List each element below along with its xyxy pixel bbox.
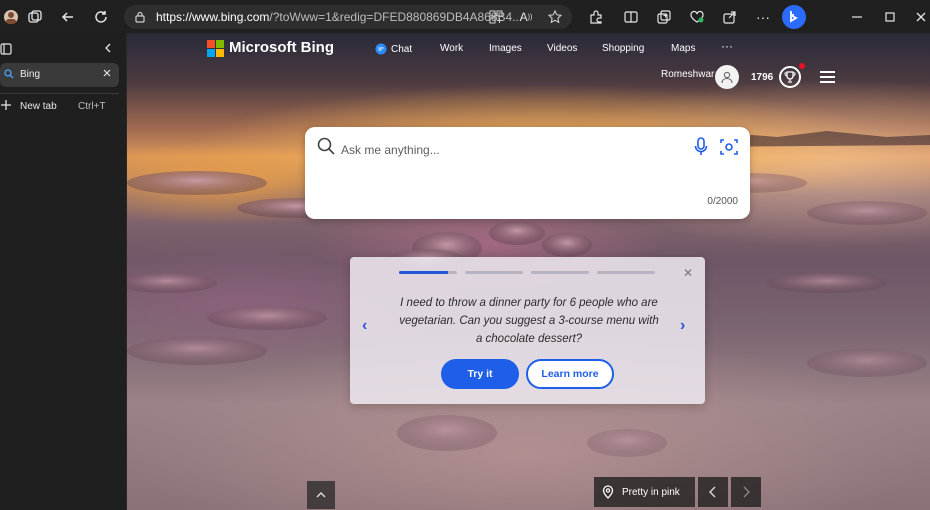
browser-toolbar: https://www.bing.com/?toWww=1&redig=DFED… [0, 0, 930, 33]
suggestion-text: I need to throw a dinner party for 6 peo… [399, 297, 659, 345]
search-input[interactable] [341, 139, 681, 161]
chevron-up-icon [316, 492, 326, 498]
visual-search-camera-icon[interactable] [719, 137, 739, 157]
rewards-trophy-icon[interactable] [779, 66, 801, 88]
more-options-icon[interactable]: ··· [752, 6, 774, 28]
rewards-notification-dot [799, 63, 805, 69]
nav-shopping[interactable]: Shopping [602, 43, 644, 54]
browser-essentials-heart-icon[interactable] [686, 6, 708, 28]
new-tab-label: New tab [20, 101, 57, 112]
close-tab-icon[interactable] [102, 68, 112, 78]
carousel-progress [399, 271, 655, 274]
bing-logo[interactable]: Microsoft Bing [207, 39, 334, 57]
favorite-star-icon[interactable] [544, 6, 566, 28]
collections-icon[interactable] [653, 6, 675, 28]
nav-images-label: Images [489, 43, 522, 54]
microsoft-logo-icon [207, 39, 224, 57]
nav-shopping-label: Shopping [602, 43, 645, 54]
back-icon[interactable] [57, 6, 79, 28]
search-icon [317, 137, 335, 155]
chevron-left-icon [709, 486, 716, 498]
location-pin-icon [602, 485, 614, 499]
carousel-step-4[interactable] [597, 271, 655, 274]
maximize-icon[interactable] [879, 6, 901, 28]
app-available-icon[interactable] [485, 6, 507, 28]
image-info-button[interactable]: Pretty in pink [594, 477, 695, 507]
carousel-step-2[interactable] [465, 271, 523, 274]
nav-more-label: ··· [721, 39, 733, 53]
chat-icon [375, 43, 387, 55]
nav-chat[interactable]: Chat [375, 43, 412, 55]
nav-images[interactable]: Images [489, 43, 522, 54]
extensions-icon[interactable] [585, 6, 607, 28]
rewards-points[interactable]: 1796 [751, 72, 773, 83]
new-tab-button[interactable]: New tab Ctrl+T [0, 94, 127, 118]
url-domain: https://www.bing.com [156, 10, 270, 24]
collapse-sidebar-icon[interactable] [103, 42, 113, 54]
read-aloud-icon[interactable]: A)) [515, 6, 537, 28]
nav-videos-label: Videos [547, 43, 578, 54]
learn-more-button[interactable]: Learn more [526, 359, 614, 389]
share-icon[interactable] [719, 6, 741, 28]
try-it-button[interactable]: Try it [441, 359, 519, 389]
next-image-button[interactable] [731, 477, 761, 507]
hamburger-menu-icon[interactable] [820, 71, 835, 83]
sidebar-header [0, 37, 127, 61]
previous-image-button[interactable] [698, 477, 728, 507]
bing-copilot-icon[interactable] [782, 5, 806, 29]
refresh-icon[interactable] [90, 6, 112, 28]
bing-header: Microsoft Bing Chat Work Images Videos S… [127, 33, 930, 89]
chat-suggestion-card: ✕ ‹ › I need to throw a dinner party for… [350, 257, 705, 404]
user-avatar-icon[interactable] [715, 65, 739, 89]
split-screen-icon[interactable] [620, 6, 642, 28]
chevron-right-icon [743, 486, 750, 498]
scroll-up-button[interactable] [307, 481, 335, 509]
vertical-tabs-sidebar: Bing New tab Ctrl+T [0, 33, 127, 510]
search-box[interactable]: 0/2000 [305, 127, 750, 219]
minimize-icon[interactable] [846, 6, 868, 28]
tab-actions-icon[interactable] [0, 43, 12, 55]
nav-maps[interactable]: Maps [671, 43, 695, 54]
plus-icon [0, 99, 12, 111]
close-card-icon[interactable]: ✕ [683, 266, 693, 280]
image-title: Pretty in pink [622, 486, 680, 498]
nav-videos[interactable]: Videos [547, 43, 577, 54]
nav-more[interactable]: ··· [721, 39, 733, 53]
microphone-icon[interactable] [694, 137, 708, 157]
carousel-step-progress [399, 271, 449, 274]
close-window-icon[interactable] [910, 6, 930, 28]
carousel-step-3[interactable] [531, 271, 589, 274]
carousel-step-1[interactable] [399, 271, 457, 274]
user-name[interactable]: Romeshwar [661, 69, 714, 80]
new-tab-shortcut: Ctrl+T [78, 101, 106, 112]
profile-avatar-icon[interactable] [0, 6, 22, 28]
nav-chat-label: Chat [391, 43, 413, 55]
previous-suggestion-icon[interactable]: ‹ [362, 317, 367, 335]
logo-text: Microsoft Bing [229, 39, 334, 56]
bing-homepage: Microsoft Bing Chat Work Images Videos S… [127, 33, 930, 510]
lock-icon[interactable] [134, 11, 146, 23]
nav-maps-label: Maps [671, 43, 696, 54]
browser-window: https://www.bing.com/?toWww=1&redig=DFED… [0, 0, 930, 510]
search-icon [4, 69, 14, 79]
character-counter: 0/2000 [707, 196, 738, 207]
next-suggestion-icon[interactable]: › [680, 317, 685, 335]
tab-title: Bing [20, 69, 41, 80]
nav-work-label: Work [440, 43, 464, 54]
nav-work[interactable]: Work [440, 43, 463, 54]
tab-bing[interactable]: Bing [0, 63, 119, 87]
workspaces-icon[interactable] [24, 6, 46, 28]
